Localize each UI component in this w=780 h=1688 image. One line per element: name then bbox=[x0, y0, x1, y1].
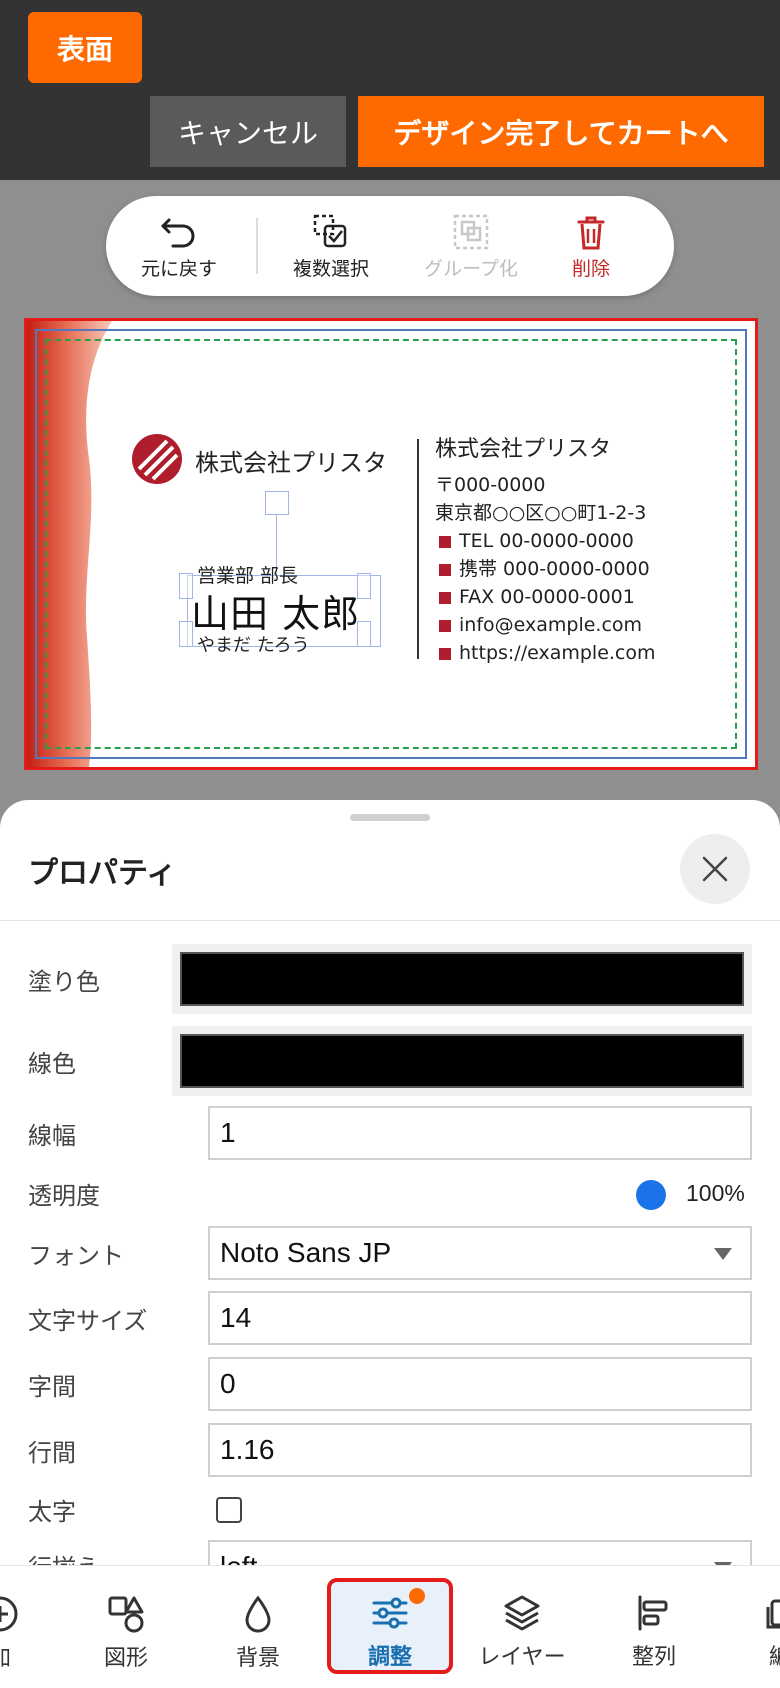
close-button[interactable] bbox=[680, 834, 750, 904]
contact-email: info@example.com bbox=[435, 611, 656, 639]
business-card-canvas[interactable]: 株式会社プリスタ 営業部 部長 山田 太郎 やまだ たろう 株式会社プリスタ 〒… bbox=[24, 318, 758, 770]
stroke-color-swatch bbox=[180, 1034, 744, 1088]
undo-button[interactable]: 元に戻す bbox=[114, 214, 244, 281]
sheet-divider bbox=[0, 920, 780, 921]
copy-icon bbox=[766, 1599, 780, 1629]
letter-spacing-input[interactable]: 0 bbox=[208, 1357, 752, 1411]
trash-icon bbox=[577, 216, 605, 250]
rotate-handle[interactable] bbox=[265, 491, 289, 515]
add-circle-icon bbox=[0, 1596, 18, 1632]
company-logo bbox=[132, 434, 182, 484]
edit-toolbar: 元に戻す 複数選択 グループ化 削除 bbox=[106, 196, 674, 296]
bullet-icon bbox=[439, 535, 451, 548]
nav-item-adjust[interactable]: 調整 bbox=[330, 1565, 450, 1688]
font-label: フォント bbox=[28, 1242, 124, 1270]
chevron-down-icon bbox=[714, 1248, 732, 1260]
company-name-right: 株式会社プリスタ bbox=[435, 437, 612, 462]
address: 東京都○○区○○町1-2-3 bbox=[435, 502, 647, 524]
postal-code: 〒000-0000 bbox=[435, 474, 546, 496]
person-name-kana[interactable]: やまだ たろう bbox=[197, 631, 310, 657]
font-select[interactable]: Noto Sans JP bbox=[208, 1226, 752, 1280]
fill-color-swatch bbox=[180, 952, 744, 1006]
nav-item-background[interactable]: 背景 bbox=[198, 1566, 318, 1688]
nav-item-edit[interactable]: 編 bbox=[720, 1565, 780, 1688]
contact-fax: FAX 00-0000-0001 bbox=[435, 583, 656, 611]
contact-mobile: 携帯 000-0000-0000 bbox=[435, 555, 656, 583]
group-icon bbox=[453, 214, 489, 250]
font-size-label: 文字サイズ bbox=[28, 1307, 148, 1335]
stroke-color-picker[interactable] bbox=[172, 1026, 752, 1096]
properties-title: プロパティ bbox=[28, 856, 177, 891]
layers-icon bbox=[504, 1595, 540, 1631]
card-divider-line bbox=[417, 439, 419, 659]
contact-tel: TEL 00-0000-0000 bbox=[435, 527, 656, 555]
toolbar-separator bbox=[256, 218, 258, 274]
multi-select-button[interactable]: 複数選択 bbox=[266, 214, 396, 281]
company-name-left[interactable]: 株式会社プリスタ bbox=[195, 443, 387, 478]
stroke-width-input[interactable]: 1 bbox=[208, 1106, 752, 1160]
stroke-width-label: 線幅 bbox=[28, 1122, 76, 1150]
align-left-icon bbox=[638, 1595, 668, 1631]
line-height-input[interactable]: 1.16 bbox=[208, 1423, 752, 1477]
nav-item-shapes[interactable]: 図形 bbox=[66, 1566, 186, 1688]
close-icon bbox=[702, 856, 728, 882]
nav-item-layers[interactable]: レイヤー bbox=[462, 1565, 582, 1688]
bullet-icon bbox=[439, 591, 451, 604]
bold-checkbox[interactable] bbox=[216, 1497, 242, 1523]
side-toggle-button[interactable]: 表面 bbox=[28, 12, 142, 83]
cancel-button[interactable]: キャンセル bbox=[150, 96, 346, 167]
sliders-icon bbox=[372, 1597, 408, 1629]
top-bar: 表面 キャンセル デザイン完了してカートへ bbox=[0, 0, 780, 180]
delete-button[interactable]: 削除 bbox=[526, 214, 656, 281]
bullet-icon bbox=[439, 647, 451, 660]
contact-url: https://example.com bbox=[435, 639, 656, 667]
nav-item-add[interactable]: 加 bbox=[0, 1566, 60, 1688]
person-name[interactable]: 山田 太郎 bbox=[191, 583, 360, 638]
line-height-label: 行間 bbox=[28, 1439, 76, 1467]
delete-label: 削除 bbox=[571, 258, 610, 280]
sheet-grabber[interactable] bbox=[350, 814, 430, 821]
group-button[interactable]: グループ化 bbox=[406, 214, 536, 281]
multi-select-label: 複数選択 bbox=[292, 258, 369, 280]
contact-info-block[interactable]: 株式会社プリスタ 〒000-0000 東京都○○区○○町1-2-3 TEL 00… bbox=[435, 431, 656, 667]
bullet-icon bbox=[439, 619, 451, 632]
undo-icon bbox=[161, 218, 195, 248]
opacity-label: 透明度 bbox=[28, 1182, 100, 1210]
nav-item-align[interactable]: 整列 bbox=[594, 1565, 714, 1688]
bold-label: 太字 bbox=[28, 1498, 76, 1526]
stroke-color-label: 線色 bbox=[28, 1050, 76, 1078]
group-label: グループ化 bbox=[424, 258, 518, 280]
font-size-input[interactable]: 14 bbox=[208, 1291, 752, 1345]
shapes-icon bbox=[108, 1596, 144, 1633]
opacity-slider-knob[interactable] bbox=[636, 1180, 666, 1210]
undo-label: 元に戻す bbox=[140, 258, 217, 280]
opacity-value: 100% bbox=[686, 1180, 745, 1206]
fill-color-label: 塗り色 bbox=[28, 968, 100, 996]
letter-spacing-label: 字間 bbox=[28, 1373, 76, 1401]
fill-color-picker[interactable] bbox=[172, 944, 752, 1014]
multi-select-icon bbox=[313, 214, 347, 248]
bullet-icon bbox=[439, 563, 451, 576]
drop-icon bbox=[245, 1595, 271, 1633]
finish-design-button[interactable]: デザイン完了してカートへ bbox=[358, 96, 764, 167]
